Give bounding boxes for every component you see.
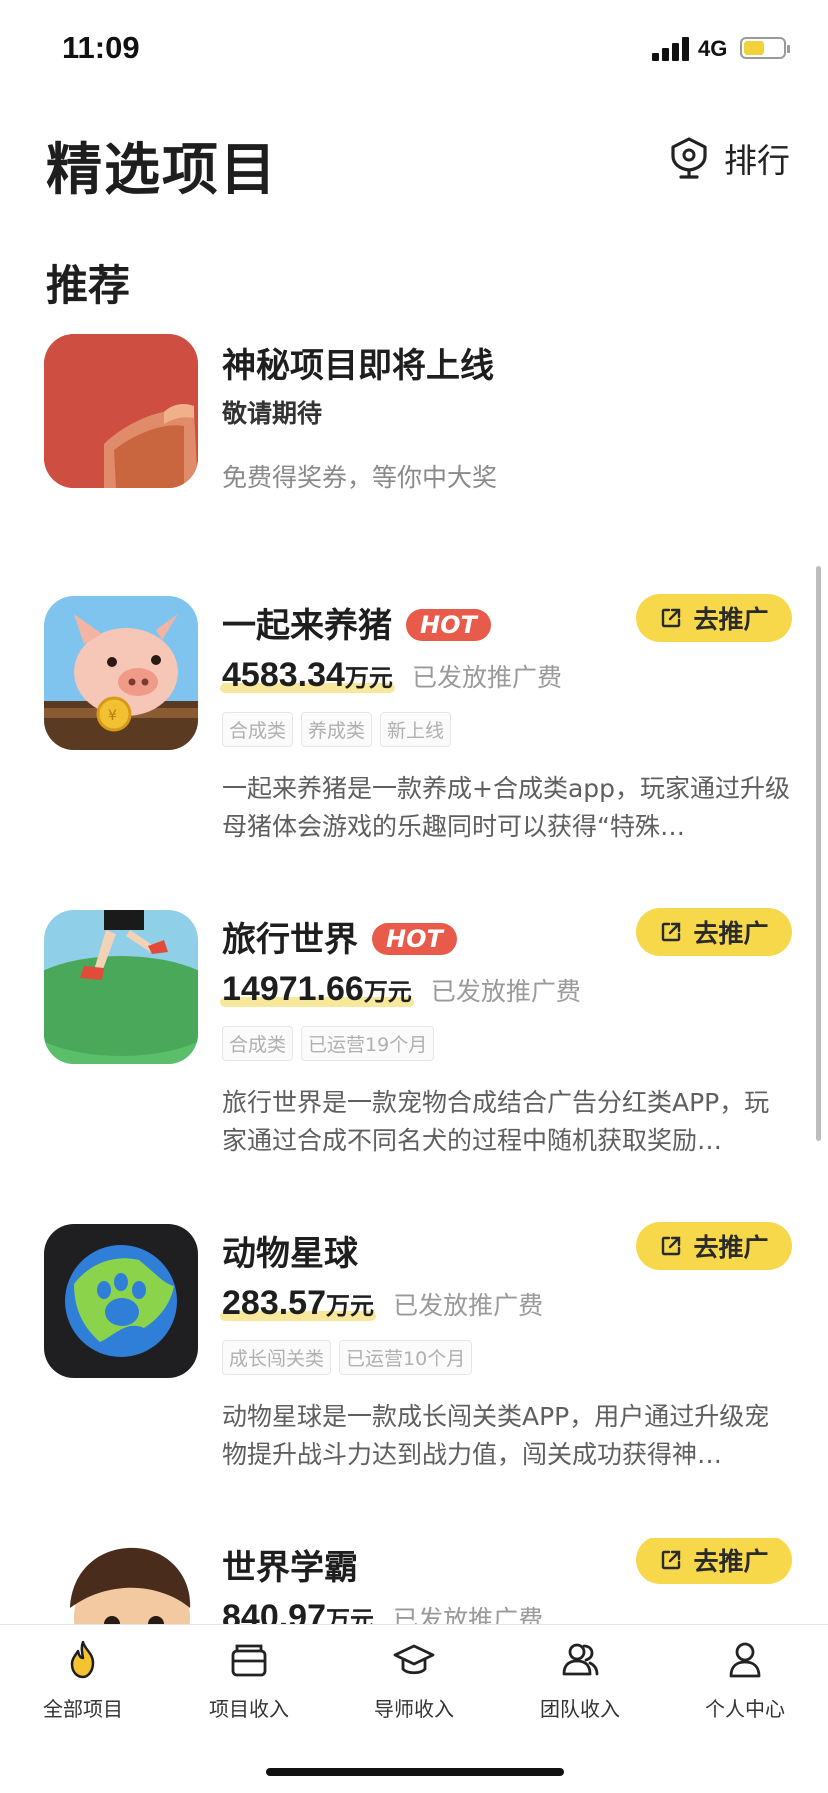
home-indicator[interactable] [266,1768,564,1776]
amount-number: 14971.66 [222,970,364,1008]
share-icon [662,922,681,942]
promote-label: 去推广 [693,605,769,634]
status-time: 11:09 [62,30,140,65]
featured-icon [44,334,198,488]
pig-app-icon: ¥ [44,596,198,750]
tag: 已运营10个月 [339,1340,473,1375]
share-icon [662,1236,681,1256]
project-card-animal[interactable]: 动物星球 去推广 283.57万元 已发放推广费 成长闯关类 已运营10个月 动… [0,1222,828,1484]
promote-label: 去推广 [693,919,769,948]
promote-label: 去推广 [693,1547,769,1576]
amount-number: 4583.34 [222,656,345,694]
promote-label: 去推广 [693,1233,769,1262]
tab-label: 项目收入 [209,1697,289,1721]
tag: 已运营19个月 [301,1026,435,1061]
amount-unit: 万元 [326,1607,374,1624]
featured-name: 神秘项目即将上线 [222,346,494,386]
amount-value: 4583.34万元 [220,656,395,695]
project-name: 动物星球 [222,1226,358,1275]
project-description: 动物星球是一款成长闯关类APP，用户通过升级宠物提升战斗力达到战力值，闯关成功获… [222,1402,770,1469]
travel-app-icon [44,910,198,1064]
section-title: 推荐 [46,261,131,310]
rank-button[interactable]: 排行 [668,134,790,182]
featured-note: 免费得奖券，等你中大奖 [222,463,498,492]
promote-button[interactable]: 去推广 [636,1538,792,1584]
promote-button[interactable]: 去推广 [636,908,792,956]
project-description: 旅行世界是一款宠物合成结合广告分红类APP，玩家通过合成不同名犬的过程中随机获取… [222,1088,770,1155]
tab-label: 个人中心 [705,1697,785,1721]
hot-badge: HOT [372,922,457,955]
tab-mentor-income[interactable]: 导师收入 [344,1639,484,1722]
person-icon [729,1642,761,1678]
project-card-pig[interactable]: ¥ 一起来养猪 HOT 去推广 4583.34万元 已发放推广费 合成类 养成类 … [0,594,828,856]
animal-planet-app-icon [44,1224,198,1378]
tag-list: 合成类 已运营19个月 [222,1026,435,1061]
project-title: 旅行世界 [222,920,358,960]
amount-unit: 万元 [344,665,393,692]
page-title: 精选项目 [46,138,278,203]
amount-value: 840.97万元 [222,1598,374,1624]
network-type: 4G [698,36,728,61]
amount-number: 283.57 [222,1284,326,1322]
flame-icon [70,1640,95,1679]
trophy-icon [671,137,707,179]
rank-label: 排行 [724,141,790,180]
tag: 合成类 [222,712,294,747]
project-name: 一起来养猪 HOT [222,598,491,647]
tab-all-projects[interactable]: 全部项目 [13,1639,153,1722]
share-icon [662,1550,681,1570]
graduation-cap-icon [393,1644,435,1675]
amount-value: 14971.66万元 [220,970,414,1009]
project-description: 一起来养猪是一款养成+合成类app，玩家通过升级母猪体会游戏的乐趣同时可以获得“… [222,774,790,841]
project-card-travel[interactable]: 旅行世界 HOT 去推广 14971.66万元 已发放推广费 合成类 已运营19个… [0,908,828,1170]
team-icon [562,1643,599,1676]
tab-label: 全部项目 [43,1697,123,1721]
tag-list: 成长闯关类 已运营10个月 [222,1340,473,1375]
battery-icon [740,37,790,59]
project-card-scholar[interactable]: 世界学霸 去推广 840.97万元 已发放推广费 [0,1538,828,1624]
status-bar: 11:09 4G [0,0,828,100]
amount-unit: 万元 [326,1293,374,1320]
amount-row: 4583.34万元 已发放推广费 [220,656,563,695]
tag: 成长闯关类 [222,1340,332,1375]
svg-text:¥: ¥ [108,708,117,724]
signal-icon [652,37,690,61]
amount-row: 283.57万元 已发放推广费 [220,1284,544,1323]
promote-button[interactable]: 去推广 [636,594,792,642]
project-name: 旅行世界 HOT [222,912,457,961]
scholar-app-icon [44,1538,198,1624]
amount-label: 已发放推广费 [393,1605,544,1624]
tab-project-income[interactable]: 项目收入 [179,1639,319,1722]
tab-team-income[interactable]: 团队收入 [510,1639,650,1722]
amount-label: 已发放推广费 [430,977,581,1006]
project-title: 世界学霸 [222,1548,358,1588]
amount-row: 840.97万元 已发放推广费 [222,1598,543,1624]
amount-label: 已发放推广费 [412,663,563,692]
amount-row: 14971.66万元 已发放推广费 [220,970,581,1009]
featured-card[interactable]: 神秘项目即将上线 敬请期待 免费得奖券，等你中大奖 [0,334,828,494]
amount-unit: 万元 [363,979,412,1006]
tab-label: 导师收入 [374,1697,454,1721]
tag: 新上线 [380,712,452,747]
amount-label: 已发放推广费 [393,1291,544,1320]
tab-label: 团队收入 [540,1697,620,1721]
tab-profile[interactable]: 个人中心 [675,1639,815,1722]
hot-badge: HOT [406,608,491,641]
project-title: 动物星球 [222,1234,358,1274]
amount-value: 283.57万元 [220,1284,376,1323]
wallet-icon [231,1644,267,1677]
project-name: 世界学霸 [222,1540,358,1589]
scrollbar[interactable] [816,566,821,1141]
tag-list: 合成类 养成类 新上线 [222,712,452,747]
featured-subtitle: 敬请期待 [222,399,323,428]
tag: 合成类 [222,1026,294,1061]
share-icon [662,608,681,628]
tag: 养成类 [301,712,373,747]
promote-button[interactable]: 去推广 [636,1222,792,1270]
project-title: 一起来养猪 [222,606,392,646]
amount-number: 840.97 [222,1598,326,1624]
